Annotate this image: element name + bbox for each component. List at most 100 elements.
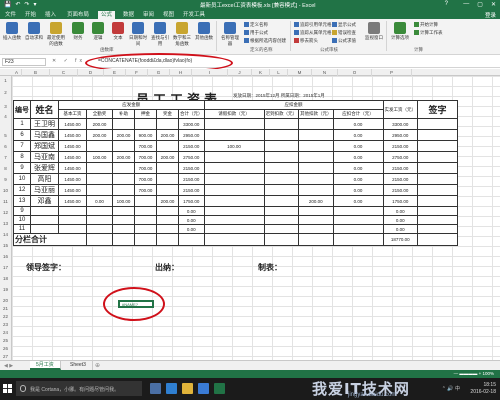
cell[interactable] xyxy=(156,233,179,246)
cell[interactable]: 1450.00 xyxy=(58,118,87,130)
column-header[interactable]: L xyxy=(270,69,288,76)
cell[interactable] xyxy=(298,118,334,130)
row-name[interactable] xyxy=(30,206,59,216)
cell[interactable] xyxy=(417,173,458,185)
row-header[interactable]: 24 xyxy=(0,330,11,335)
redo-icon[interactable]: ↷ xyxy=(25,1,30,8)
create-from-selection-button[interactable]: 根据所选内容创建 xyxy=(244,38,286,44)
cell[interactable] xyxy=(112,140,135,152)
row-index[interactable]: 13 xyxy=(13,195,31,207)
row-header[interactable]: 16 xyxy=(0,254,11,259)
cell[interactable] xyxy=(417,118,458,130)
cell[interactable]: 2150.00 xyxy=(178,162,205,174)
cell[interactable]: 1750.00 xyxy=(178,195,205,207)
cell[interactable]: 0.00 xyxy=(332,162,384,174)
cell[interactable]: 1450.00 xyxy=(58,162,87,174)
cell[interactable] xyxy=(156,184,179,196)
cell[interactable]: 0.00 xyxy=(332,173,384,185)
define-name-button[interactable]: 定义名称 xyxy=(244,22,268,28)
row-index[interactable]: 9 xyxy=(13,206,31,216)
cell[interactable]: 200.00 xyxy=(156,129,179,141)
row-header[interactable]: 25 xyxy=(0,338,11,343)
cell[interactable] xyxy=(417,162,458,174)
calculation-options-button[interactable]: 计算选项 xyxy=(390,22,410,41)
row-header[interactable]: 6 xyxy=(0,144,11,149)
column-header[interactable]: M xyxy=(288,69,312,76)
help-button[interactable]: ? xyxy=(445,1,448,7)
row-index[interactable]: 7 xyxy=(13,140,31,152)
cell[interactable] xyxy=(86,173,113,185)
cell[interactable]: 700.00 xyxy=(134,140,157,152)
cell[interactable]: 900.00 xyxy=(134,129,157,141)
row-index[interactable]: 9 xyxy=(13,162,31,174)
column-header[interactable]: O xyxy=(338,69,372,76)
total-label[interactable]: 分栏合计 xyxy=(13,233,87,246)
file-explorer-icon[interactable] xyxy=(182,383,193,394)
row-index[interactable]: 12 xyxy=(13,184,31,196)
customize-qat-icon[interactable]: ▾ xyxy=(34,1,37,8)
cell[interactable] xyxy=(178,233,205,246)
cell[interactable]: 200.00 xyxy=(156,195,179,207)
cell[interactable] xyxy=(134,233,157,246)
row-header[interactable]: 19 xyxy=(0,287,11,292)
cell[interactable] xyxy=(112,224,135,234)
cell[interactable]: 2750.00 xyxy=(382,151,418,163)
row-header[interactable]: 4 xyxy=(0,114,11,119)
cell[interactable]: 2950.00 xyxy=(382,129,418,141)
tab-view[interactable]: 视图 xyxy=(160,11,177,19)
cell[interactable] xyxy=(156,173,179,185)
cell[interactable] xyxy=(263,151,299,163)
cell[interactable]: 2950.00 xyxy=(178,129,205,141)
minimize-button[interactable]: — xyxy=(463,1,469,8)
row-name[interactable]: 张爱辉 xyxy=(30,162,59,174)
cell[interactable]: 1450.00 xyxy=(58,129,87,141)
row-index[interactable]: 1 xyxy=(13,118,31,130)
row-index[interactable]: 6 xyxy=(13,129,31,141)
cell[interactable] xyxy=(203,224,265,234)
cell[interactable]: 100.00 xyxy=(203,140,265,152)
cell[interactable] xyxy=(332,224,384,234)
row-index[interactable]: 10 xyxy=(13,215,31,225)
cell[interactable] xyxy=(417,206,458,216)
cell[interactable] xyxy=(156,118,179,130)
cell[interactable] xyxy=(263,224,299,234)
cell[interactable] xyxy=(112,184,135,196)
financial-button[interactable]: 财务 xyxy=(68,22,88,41)
cell[interactable]: 0.00 xyxy=(332,195,384,207)
cell[interactable]: 0.00 xyxy=(332,184,384,196)
tab-developer[interactable]: 开发工具 xyxy=(180,11,208,19)
cell[interactable] xyxy=(203,151,265,163)
cell[interactable] xyxy=(417,151,458,163)
row-header[interactable]: 3 xyxy=(0,104,11,109)
row-header[interactable]: 20 xyxy=(0,298,11,303)
cell[interactable] xyxy=(156,162,179,174)
cell[interactable] xyxy=(417,195,458,207)
undo-icon[interactable]: ↶ xyxy=(15,1,20,8)
cell[interactable] xyxy=(263,195,299,207)
cell[interactable] xyxy=(58,215,87,225)
row-index[interactable]: 10 xyxy=(13,173,31,185)
row-header[interactable]: 12 xyxy=(0,210,11,215)
cell[interactable]: 200.00 xyxy=(298,195,334,207)
cell[interactable]: 700.00 xyxy=(134,162,157,174)
cell[interactable] xyxy=(134,224,157,234)
cell[interactable] xyxy=(86,206,113,216)
column-header[interactable]: K xyxy=(252,69,270,76)
logical-button[interactable]: 逻辑 xyxy=(88,22,108,41)
column-header[interactable]: D xyxy=(78,69,104,76)
cell[interactable] xyxy=(203,118,265,130)
cell[interactable] xyxy=(263,184,299,196)
cell[interactable]: 2750.00 xyxy=(178,151,205,163)
math-trig-button[interactable]: 数学和三角函数 xyxy=(172,22,192,47)
row-header[interactable]: 10 xyxy=(0,188,11,193)
tab-formulas[interactable]: 公式 xyxy=(98,11,116,19)
trace-precedents-button[interactable]: 追踪引用单元格 xyxy=(294,22,332,28)
column-header[interactable]: N xyxy=(312,69,338,76)
cell[interactable]: 2150.00 xyxy=(178,173,205,185)
cell[interactable] xyxy=(263,140,299,152)
row-name[interactable]: 马亚南 xyxy=(30,151,59,163)
row-header[interactable]: 26 xyxy=(0,346,11,351)
cell[interactable]: 100.00 xyxy=(86,151,113,163)
cell[interactable] xyxy=(134,195,157,207)
cell[interactable]: 0.00 xyxy=(178,215,205,225)
